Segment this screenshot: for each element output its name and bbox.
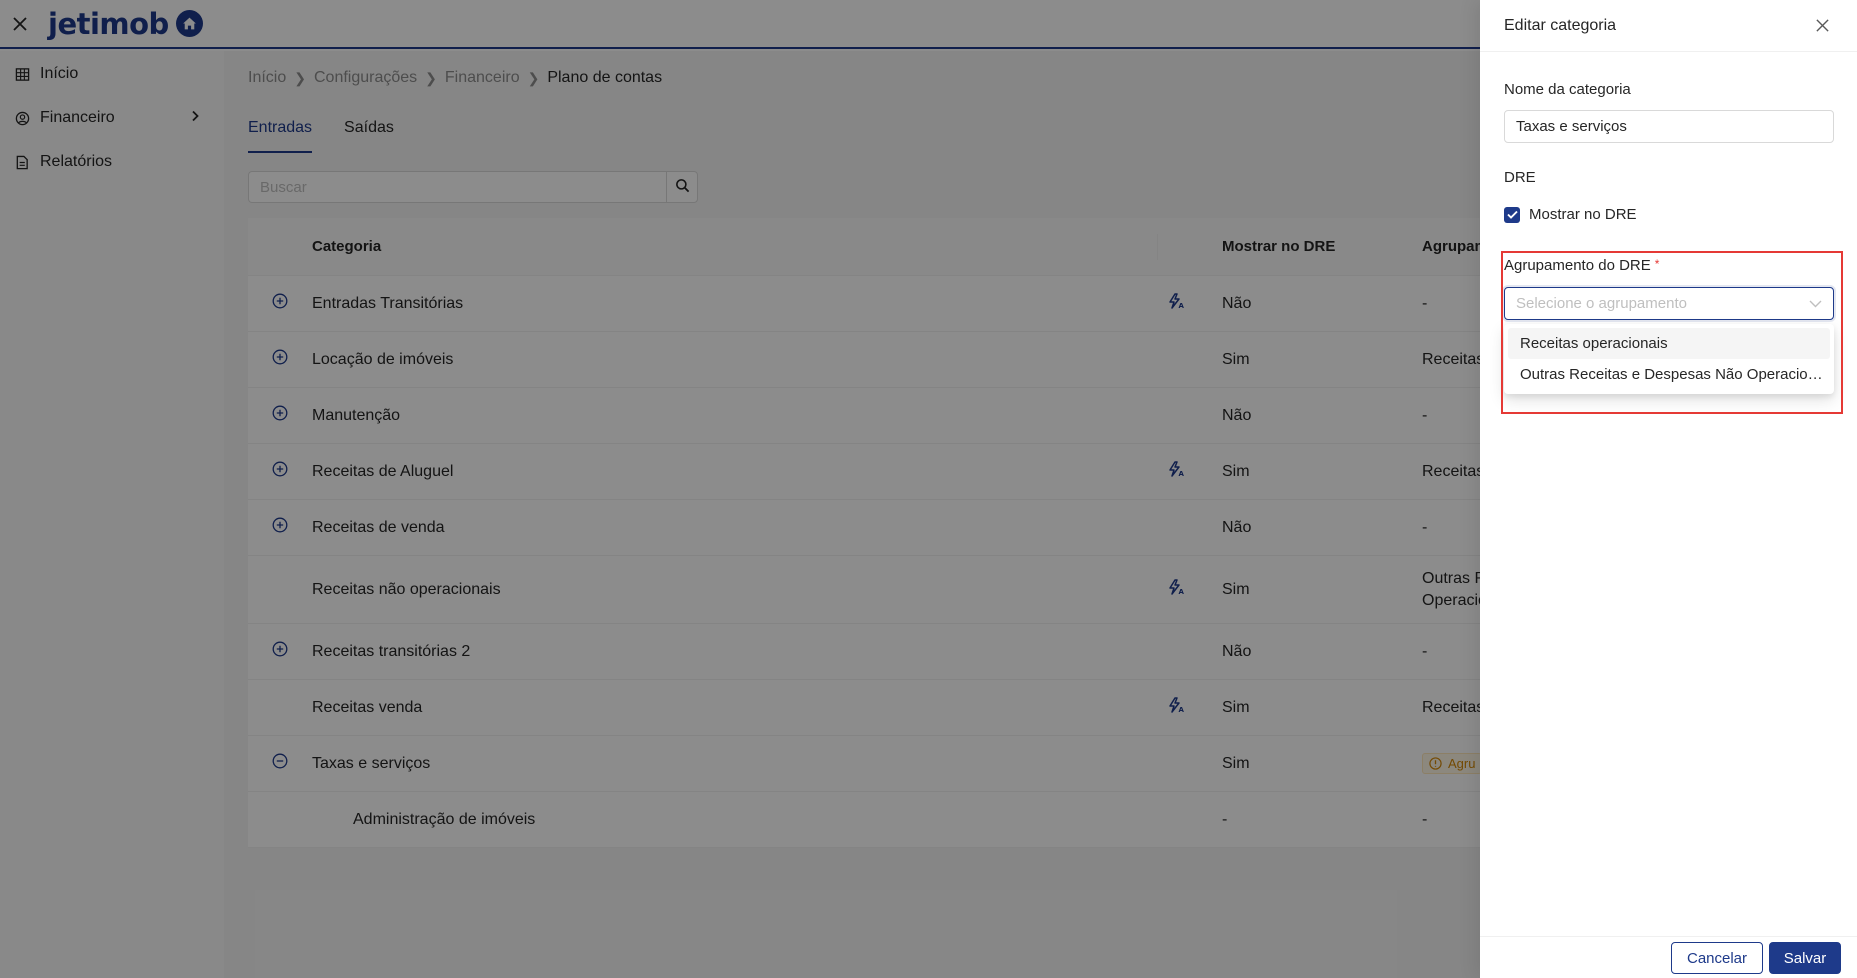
category-name-input[interactable] <box>1504 110 1834 143</box>
drawer-title: Editar categoria <box>1504 16 1617 34</box>
show-dre-label: Mostrar no DRE <box>1529 206 1637 223</box>
drawer-footer: Cancelar Salvar <box>1480 936 1857 978</box>
show-dre-checkbox[interactable] <box>1504 206 1520 223</box>
highlight-annotation <box>1501 251 1843 414</box>
category-name-label: Nome da categoria <box>1504 81 1631 98</box>
close-icon[interactable] <box>1811 14 1833 36</box>
edit-category-drawer: Editar categoria Nome da categoria DRE M… <box>1480 0 1857 978</box>
cancel-button[interactable]: Cancelar <box>1671 942 1763 974</box>
dre-section-label: DRE <box>1504 169 1536 186</box>
show-dre-checkbox-row[interactable]: Mostrar no DRE <box>1504 206 1637 223</box>
modal-overlay[interactable] <box>0 0 1480 978</box>
drawer-header: Editar categoria <box>1480 0 1857 52</box>
save-button[interactable]: Salvar <box>1769 942 1841 974</box>
